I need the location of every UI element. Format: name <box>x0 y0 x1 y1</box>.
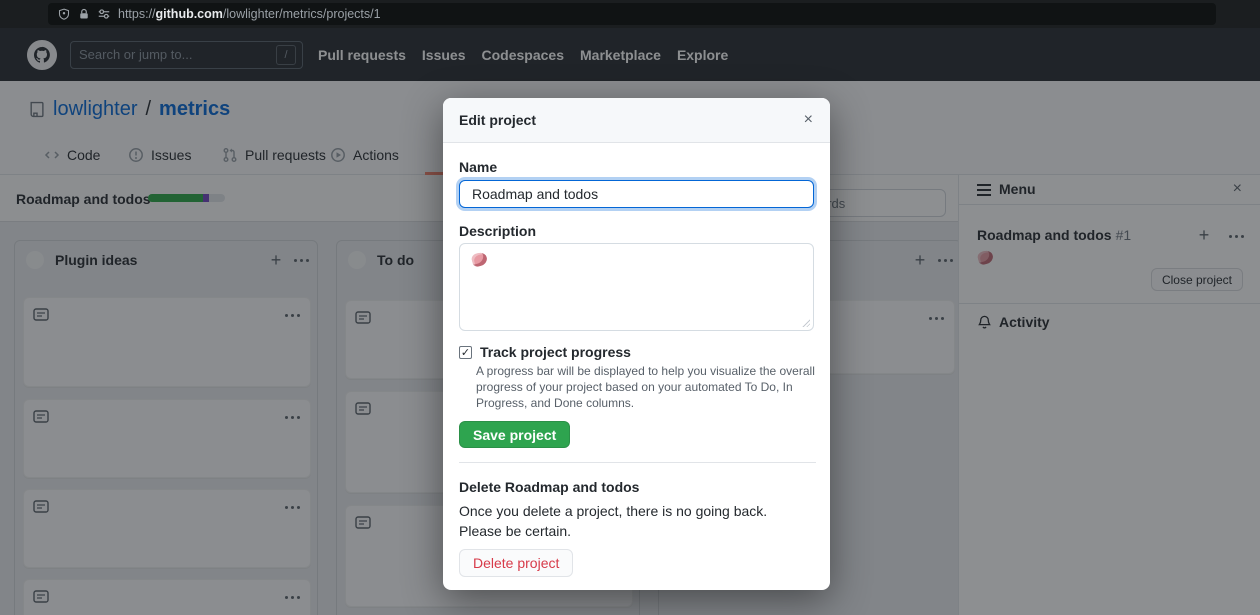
url-domain: github.com <box>156 7 223 21</box>
track-progress-help-text: A progress bar will be displayed to help… <box>476 363 816 411</box>
track-progress-label: Track project progress <box>480 344 631 360</box>
track-progress-checkbox-row[interactable]: Track project progress <box>459 344 631 360</box>
github-project-page: https://github.com/lowlighter/metrics/pr… <box>0 0 1260 615</box>
delete-warning-text: Once you delete a project, there is no g… <box>459 501 789 541</box>
save-project-button[interactable]: Save project <box>459 421 570 448</box>
url-text[interactable]: https://github.com/lowlighter/metrics/pr… <box>118 7 381 21</box>
close-modal-icon[interactable] <box>804 112 813 128</box>
lock-icon[interactable] <box>78 8 90 20</box>
modal-divider <box>459 462 816 463</box>
edit-project-modal: Edit project Name Description Track proj… <box>443 98 830 590</box>
project-name-input[interactable] <box>459 180 814 208</box>
project-description-textarea[interactable] <box>459 243 814 331</box>
modal-title: Edit project <box>459 112 536 128</box>
checkbox-checked-icon[interactable] <box>459 346 472 359</box>
shield-icon[interactable] <box>58 8 70 20</box>
description-field-label: Description <box>459 223 536 239</box>
delete-project-button[interactable]: Delete project <box>459 549 573 577</box>
description-emoji <box>471 251 489 267</box>
name-field-label: Name <box>459 159 497 175</box>
url-field[interactable]: https://github.com/lowlighter/metrics/pr… <box>48 3 1216 25</box>
modal-header: Edit project <box>443 98 830 143</box>
resize-grip-icon[interactable] <box>801 318 810 327</box>
delete-section-heading: Delete Roadmap and todos <box>459 479 639 495</box>
browser-address-bar: https://github.com/lowlighter/metrics/pr… <box>0 0 1260 28</box>
permissions-icon[interactable] <box>98 8 110 20</box>
